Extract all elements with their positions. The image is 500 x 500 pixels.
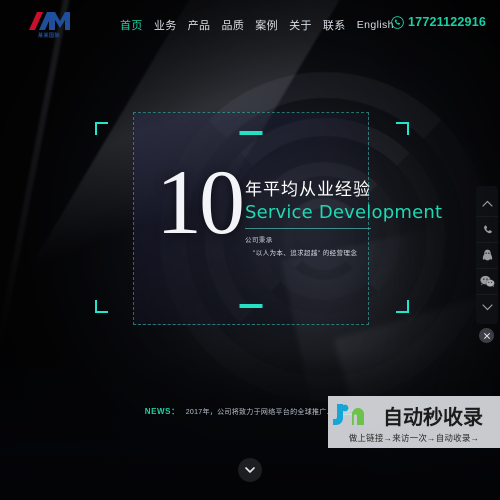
side-rail-close-button[interactable] bbox=[479, 328, 494, 343]
watermark-title: 自动秒收录 bbox=[383, 406, 483, 429]
watermark-overlay: 自动秒收录 做上链接→来访一次→自动收录→ bbox=[328, 396, 500, 448]
header-phone[interactable]: 17721122916 bbox=[391, 15, 486, 29]
hero-dash-top bbox=[239, 131, 263, 135]
phone-icon bbox=[483, 225, 492, 234]
logo-mark-icon bbox=[29, 12, 70, 30]
nav-item-cases[interactable]: 案例 bbox=[255, 17, 278, 33]
nav-item-business[interactable]: 业务 bbox=[154, 17, 177, 33]
corner-bracket-bottom-left bbox=[95, 300, 108, 313]
nav-item-contact[interactable]: 联系 bbox=[323, 17, 346, 33]
rail-wechat-button[interactable] bbox=[476, 268, 498, 294]
news-label: NEWS： bbox=[144, 407, 180, 416]
nav-item-quality[interactable]: 品质 bbox=[221, 17, 244, 33]
chevron-down-icon bbox=[245, 466, 255, 473]
watermark-subtitle: 做上链接→来访一次→自动收录→ bbox=[348, 432, 480, 443]
hero-content: 10 年平均从业经验 Service Development 公司秉承 "以人为… bbox=[156, 151, 443, 257]
nav-item-english[interactable]: English bbox=[357, 19, 394, 31]
close-icon bbox=[483, 332, 490, 339]
nav-item-about[interactable]: 关于 bbox=[289, 17, 312, 33]
scroll-down-button[interactable] bbox=[238, 458, 262, 482]
main-nav: 首页 业务 产品 品质 案例 关于 联系 English bbox=[120, 17, 394, 33]
nav-item-products[interactable]: 产品 bbox=[188, 17, 211, 33]
corner-bracket-bottom-right bbox=[396, 300, 409, 313]
chevron-down-icon bbox=[481, 304, 493, 311]
wechat-icon bbox=[479, 275, 495, 288]
hero-subline-2: "以人为本、追求超越" 的经营理念 bbox=[253, 250, 358, 257]
side-tool-rail bbox=[476, 186, 498, 324]
hero-divider bbox=[245, 228, 371, 229]
nav-item-home[interactable]: 首页 bbox=[120, 17, 143, 33]
hero-subline-1: 公司秉承 bbox=[245, 237, 273, 244]
logo-subtitle: 某某国际 bbox=[37, 33, 60, 39]
rail-qq-button[interactable] bbox=[476, 242, 498, 268]
hero-panel: 10 年平均从业经验 Service Development 公司秉承 "以人为… bbox=[133, 112, 442, 325]
phone-icon bbox=[391, 15, 404, 29]
rail-scroll-up-button[interactable] bbox=[476, 190, 498, 216]
watermark-logo-icon bbox=[333, 404, 364, 425]
hero-dash-bottom bbox=[239, 304, 263, 308]
rail-call-button[interactable] bbox=[476, 216, 498, 242]
hero-years-number: 10 bbox=[156, 151, 245, 253]
hero-headline-en: Service Development bbox=[245, 202, 443, 223]
corner-bracket-top-left bbox=[95, 122, 108, 135]
page-root: 某某国际 首页 业务 产品 品质 案例 关于 联系 English 177211… bbox=[0, 0, 500, 500]
logo[interactable]: 某某国际 bbox=[18, 11, 80, 39]
news-headline[interactable]: 2017年，公司将致力于网络平台的全球推广... bbox=[186, 407, 334, 417]
hero-headline-cn: 年平均从业经验 bbox=[245, 180, 371, 199]
corner-bracket-top-right bbox=[396, 122, 409, 135]
chevron-up-icon bbox=[481, 200, 493, 207]
site-header: 某某国际 首页 业务 产品 品质 案例 关于 联系 English 177211… bbox=[0, 0, 500, 50]
qq-icon bbox=[482, 249, 492, 260]
rail-scroll-down-button[interactable] bbox=[476, 294, 498, 320]
phone-number: 17721122916 bbox=[408, 15, 486, 29]
